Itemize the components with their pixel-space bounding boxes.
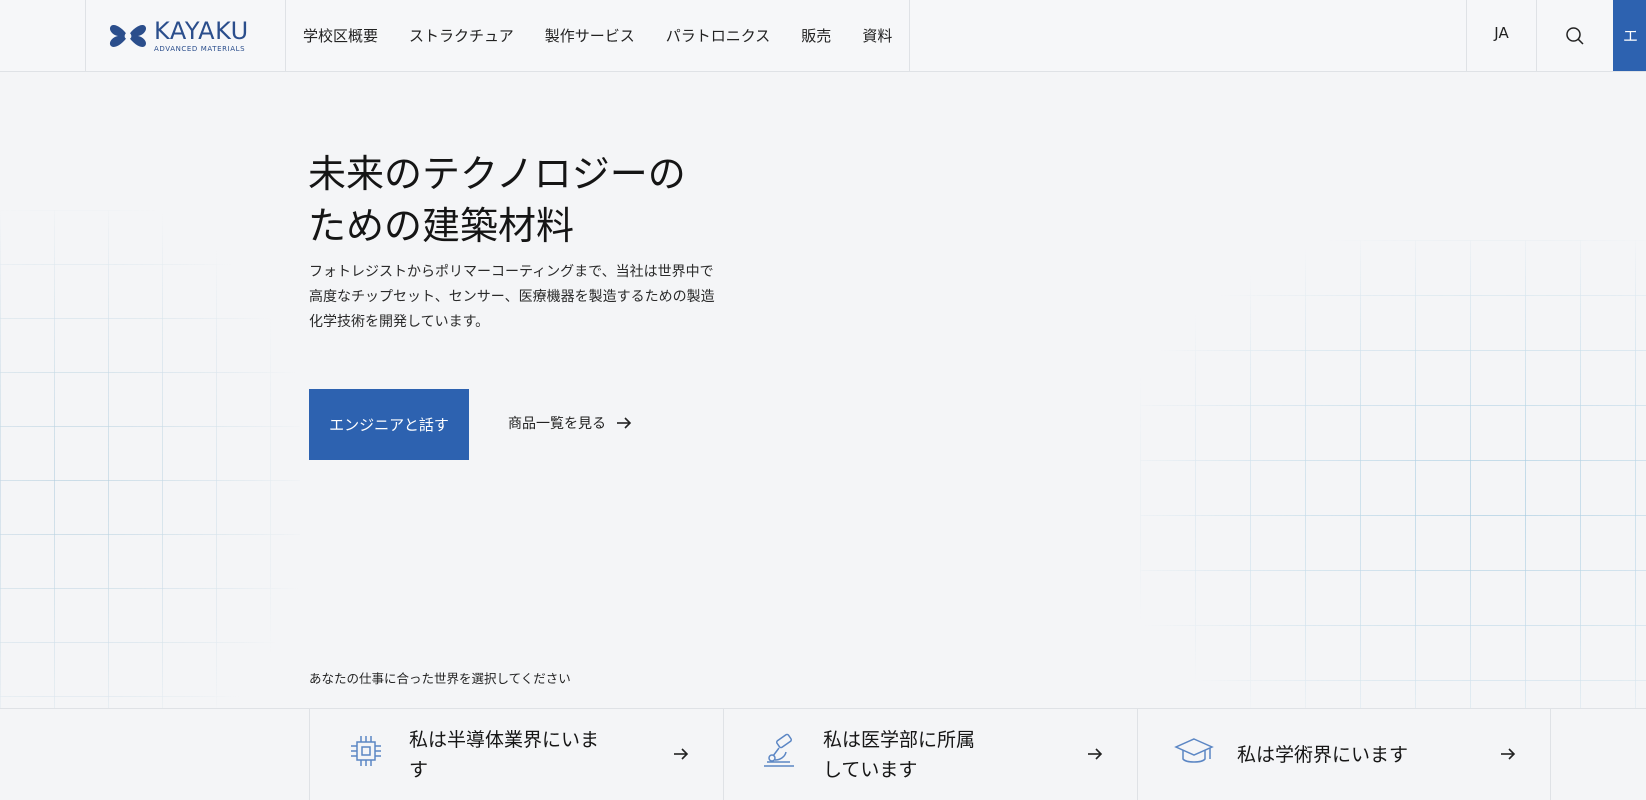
graduation-cap-icon [1174, 738, 1214, 763]
search-button[interactable] [1536, 0, 1613, 71]
arrow-right-icon [674, 748, 689, 760]
arrow-right-icon [1501, 748, 1516, 760]
arrow-right-icon [617, 417, 632, 429]
kayaku-logo-icon [109, 24, 147, 47]
site-header: KAYAKU ADVANCED MATERIALS 学校区概要 ストラクチュア … [0, 0, 1646, 72]
brand-name: KAYAKU [154, 16, 249, 45]
hero-desc-line-3: 化学技術を開発しています。 [309, 314, 490, 330]
industry-select-label: あなたの仕事に合った世界を選択してください [309, 671, 571, 686]
nav-item-resources[interactable]: 資料 [862, 25, 892, 46]
background-grid-right [1140, 240, 1646, 710]
hero-description: フォトレジストからポリマーコーティングまで、当社は世界中で 高度なチップセット、… [309, 260, 769, 335]
card-academic-line-1: 私は学術界にいます [1237, 744, 1409, 766]
nav-item-structure[interactable]: ストラクチュア [409, 25, 514, 46]
logo-text: KAYAKU ADVANCED MATERIALS [154, 19, 249, 53]
header-spacer [0, 0, 86, 71]
microscope-icon [764, 733, 794, 767]
card-academic[interactable]: 私は学術界にいます [1137, 709, 1551, 800]
nav-item-sales[interactable]: 販売 [801, 25, 831, 46]
brand-logo[interactable]: KAYAKU ADVANCED MATERIALS [86, 0, 286, 71]
card-label-academic: 私は学術界にいます [1237, 740, 1437, 770]
hero-desc-line-1: フォトレジストからポリマーコーティングまで、当社は世界中で [309, 264, 714, 280]
page: KAYAKU ADVANCED MATERIALS 学校区概要 ストラクチュア … [0, 0, 1646, 800]
nav-item-services[interactable]: 製作サービス [545, 25, 635, 46]
language-selector[interactable]: JA [1466, 0, 1536, 71]
talk-to-engineer-button[interactable]: エンジニアと話す [309, 389, 469, 460]
card-semiconductor-line-1: 私は半導体業界にいます [409, 729, 600, 781]
header-fill [910, 0, 1466, 71]
card-label-medical: 私は医学部に所属 しています [823, 725, 1023, 785]
view-products-label: 商品一覧を見る [508, 416, 606, 432]
header-cta-button[interactable]: エ [1613, 0, 1646, 71]
industry-cards: 私は半導体業界にいます 私は医学部に所属 しています 私は学術界にいます [0, 708, 1646, 800]
nav-item-overview[interactable]: 学校区概要 [303, 25, 378, 46]
card-medical-line-2: しています [823, 759, 918, 781]
hero-title: 未来のテクノロジーの ための建築材料 [308, 148, 788, 252]
hero-title-line-2: ための建築材料 [308, 204, 575, 248]
search-icon [1566, 26, 1584, 45]
view-products-link[interactable]: 商品一覧を見る [508, 413, 632, 433]
card-medical[interactable]: 私は医学部に所属 しています [723, 709, 1137, 800]
arrow-right-icon [1088, 748, 1103, 760]
main-nav: 学校区概要 ストラクチュア 製作サービス パラトロニクス 販売 資料 [286, 0, 911, 71]
hero-desc-line-2: 高度なチップセット、センサー、医療機器を製造するための製造 [309, 289, 715, 305]
card-medical-line-1: 私は医学部に所属 [823, 729, 976, 751]
nav-item-paratronics[interactable]: パラトロニクス [666, 25, 771, 46]
background-grid-left [0, 210, 300, 710]
card-semiconductor[interactable]: 私は半導体業界にいます [309, 709, 723, 800]
chip-icon [351, 736, 381, 766]
brand-tagline: ADVANCED MATERIALS [154, 44, 246, 53]
hero-title-line-1: 未来のテクノロジーの [308, 152, 686, 196]
card-label-semiconductor: 私は半導体業界にいます [409, 725, 609, 785]
